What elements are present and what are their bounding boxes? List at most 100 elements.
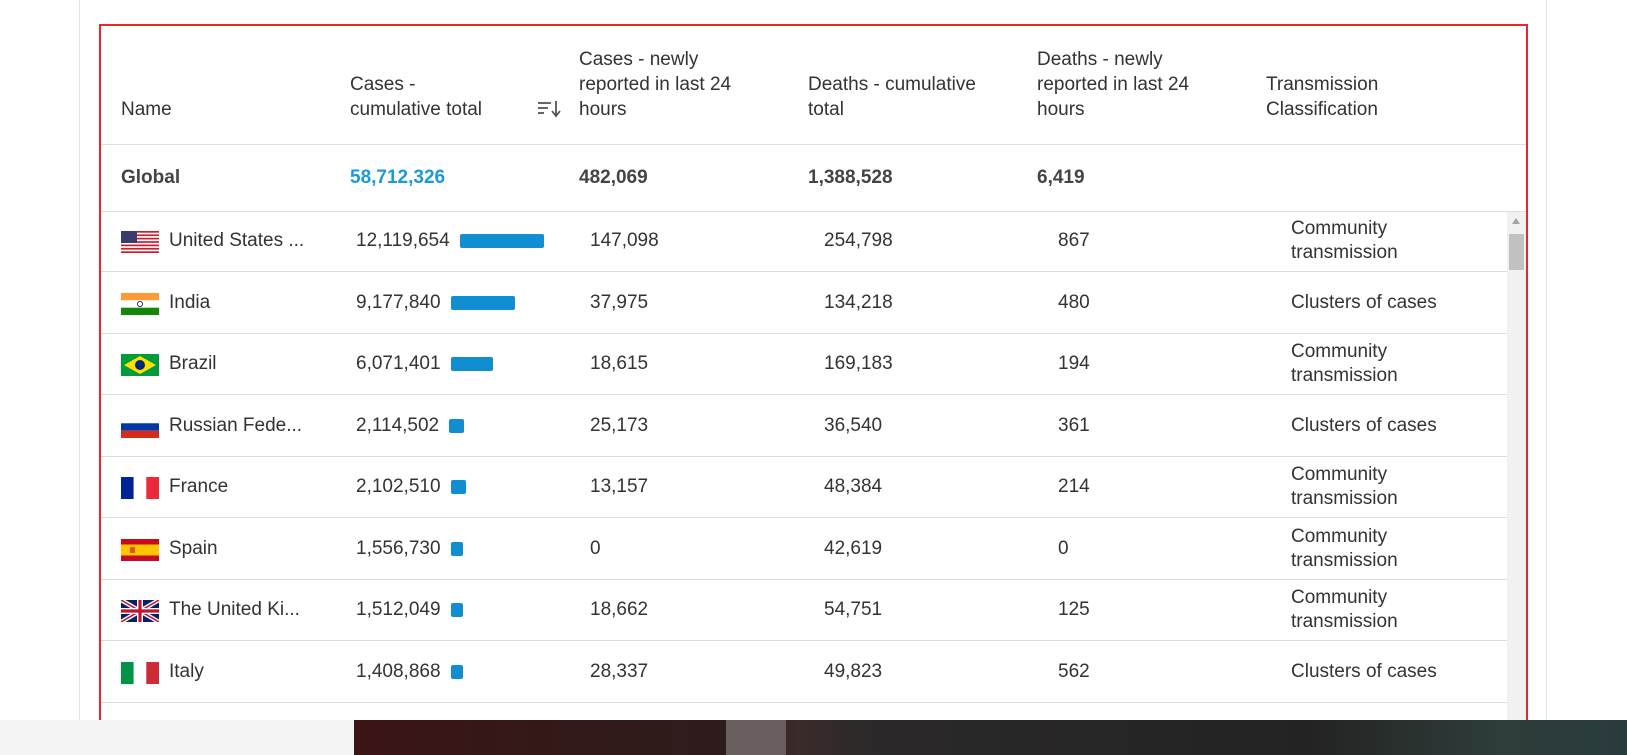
transmission-line: Community [1291, 464, 1388, 485]
deaths-total-cell: 54,751 [824, 599, 883, 620]
global-deaths-new: 6,419 [1037, 167, 1085, 188]
data-table: Name Cases - cumulative total Cases - ne… [99, 24, 1528, 755]
transmission-line: transmission [1291, 549, 1398, 571]
transmission-line: transmission [1291, 488, 1398, 509]
transmission-line: Community [1291, 587, 1388, 608]
column-header-line: reported in last 24 [1037, 74, 1190, 95]
deaths-new-cell: 562 [1058, 660, 1090, 682]
country-name[interactable]: The United Ki... [169, 579, 319, 641]
country-name[interactable]: Spain [169, 518, 319, 580]
cases-bar [450, 480, 466, 494]
cases-total-cell: 1,408,868 [356, 641, 463, 703]
transmission-cell: Clusters of cases [1291, 272, 1491, 334]
column-header-line: Deaths - newly [1037, 49, 1163, 70]
table-row[interactable]: India 9,177,840 37,975 134,218 480 Clusters o… [101, 272, 1507, 334]
deaths-total-cell: 169,183 [824, 353, 893, 374]
transmission-cell: Clusters of cases [1291, 641, 1491, 703]
transmission-line: Clusters of cases [1291, 291, 1437, 313]
deaths-total-cell: 49,823 [824, 660, 883, 682]
column-header-deaths-new[interactable]: Deaths - newly reported in last 24 hours [1037, 47, 1189, 122]
scroll-up-arrow-icon[interactable] [1512, 218, 1520, 224]
transmission-line: transmission [1291, 242, 1398, 263]
transmission-text: Community transmission [1291, 340, 1398, 388]
cases-total-value: 1,512,049 [356, 599, 441, 620]
country-name[interactable]: Italy [169, 641, 319, 703]
deaths-new-cell: 194 [1058, 353, 1090, 374]
scroll-thumb[interactable] [1509, 234, 1524, 270]
cases-new-cell: 13,157 [590, 476, 649, 497]
cases-bar [459, 234, 544, 248]
deaths-total-cell: 48,384 [824, 476, 883, 497]
us-flag-icon [121, 231, 159, 253]
column-header-deaths-total[interactable]: Deaths - cumulative total [808, 72, 976, 122]
cases-bar [450, 295, 515, 310]
deaths-total-cell: 134,218 [824, 291, 893, 313]
table-row[interactable]: Russian Fede... 2,114,502 25,173 36,540 361 C… [101, 395, 1507, 457]
background-image-strip [354, 720, 1627, 755]
sort-descending-icon[interactable] [536, 98, 562, 120]
brazil-flag-icon [121, 354, 159, 376]
transmission-line: Community [1291, 525, 1388, 547]
cases-total-value: 2,102,510 [356, 476, 441, 497]
background-image-segment [726, 720, 786, 755]
transmission-line: transmission [1291, 365, 1398, 386]
transmission-text: Clusters of cases [1291, 660, 1437, 684]
cases-bar [450, 357, 493, 371]
deaths-new-cell: 480 [1058, 291, 1090, 313]
cases-new-cell: 18,615 [590, 353, 649, 374]
vertical-scrollbar[interactable] [1507, 212, 1526, 753]
country-name[interactable]: India [169, 272, 319, 334]
transmission-cell: Community transmission [1291, 212, 1491, 272]
country-name[interactable]: Brazil [169, 333, 319, 395]
cases-total-cell: 1,556,730 [356, 518, 463, 580]
global-cases-new: 482,069 [579, 167, 648, 188]
cases-bar [450, 541, 463, 556]
russia-flag-icon [121, 415, 159, 438]
transmission-cell: Community transmission [1291, 579, 1491, 641]
cases-total-value: 1,556,730 [356, 537, 441, 559]
table-row[interactable]: The United Ki... 1,512,049 18,662 54,751 125… [101, 579, 1507, 641]
cases-bar [450, 664, 463, 679]
country-name[interactable]: United States ... [169, 212, 319, 272]
uk-flag-icon [121, 600, 159, 622]
table-row[interactable]: Italy 1,408,868 28,337 49,823 562 Clusters of… [101, 641, 1507, 703]
transmission-cell: Clusters of cases [1291, 395, 1491, 457]
column-header-transmission[interactable]: Transmission Classification [1266, 72, 1378, 122]
transmission-line: Clusters of cases [1291, 660, 1437, 682]
column-header-line: total [808, 99, 844, 120]
cases-total-cell: 2,102,510 [356, 456, 466, 518]
table-row[interactable]: United States ... 12,119,654 147,098 254,79… [101, 212, 1507, 272]
deaths-new-cell: 0 [1058, 537, 1069, 559]
deaths-total-cell: 36,540 [824, 414, 883, 436]
cases-bar [449, 418, 465, 433]
global-cases-total: 58,712,326 [350, 167, 446, 188]
column-header-line: Deaths - cumulative [808, 74, 976, 95]
transmission-text: Community transmission [1291, 463, 1398, 511]
table-row[interactable]: Spain 1,556,730 0 42,619 0 Community transmiss… [101, 518, 1507, 580]
column-header-line: Transmission [1266, 74, 1379, 95]
cases-total-value: 6,071,401 [356, 353, 441, 374]
column-header-cases-total[interactable]: Cases - cumulative total [350, 72, 482, 122]
table-row[interactable]: Brazil 6,071,401 18,615 169,183 194 Community… [101, 333, 1507, 395]
cases-new-cell: 18,662 [590, 599, 649, 620]
cases-total-cell: 9,177,840 [356, 272, 515, 334]
cases-bar [450, 603, 463, 617]
column-header-cases-new[interactable]: Cases - newly reported in last 24 hours [579, 47, 731, 122]
cases-total-cell: 1,512,049 [356, 579, 463, 641]
table-body: United States ... 12,119,654 147,098 254,79… [101, 212, 1526, 753]
transmission-cell: Community transmission [1291, 518, 1491, 580]
spain-flag-icon [121, 538, 159, 561]
table-row[interactable]: France 2,102,510 13,157 48,384 214 Community t… [101, 456, 1507, 518]
cases-new-cell: 25,173 [590, 414, 649, 436]
global-name: Global [121, 167, 181, 188]
deaths-new-cell: 125 [1058, 599, 1090, 620]
transmission-text: Clusters of cases [1291, 414, 1437, 438]
cases-new-cell: 147,098 [590, 230, 659, 251]
cases-new-cell: 28,337 [590, 660, 649, 682]
country-name[interactable]: France [169, 456, 319, 518]
deaths-new-cell: 361 [1058, 414, 1090, 436]
column-header-name[interactable]: Name [121, 97, 172, 122]
country-name[interactable]: Russian Fede... [169, 395, 319, 457]
transmission-line: Community [1291, 341, 1388, 362]
transmission-line: Community [1291, 218, 1388, 239]
